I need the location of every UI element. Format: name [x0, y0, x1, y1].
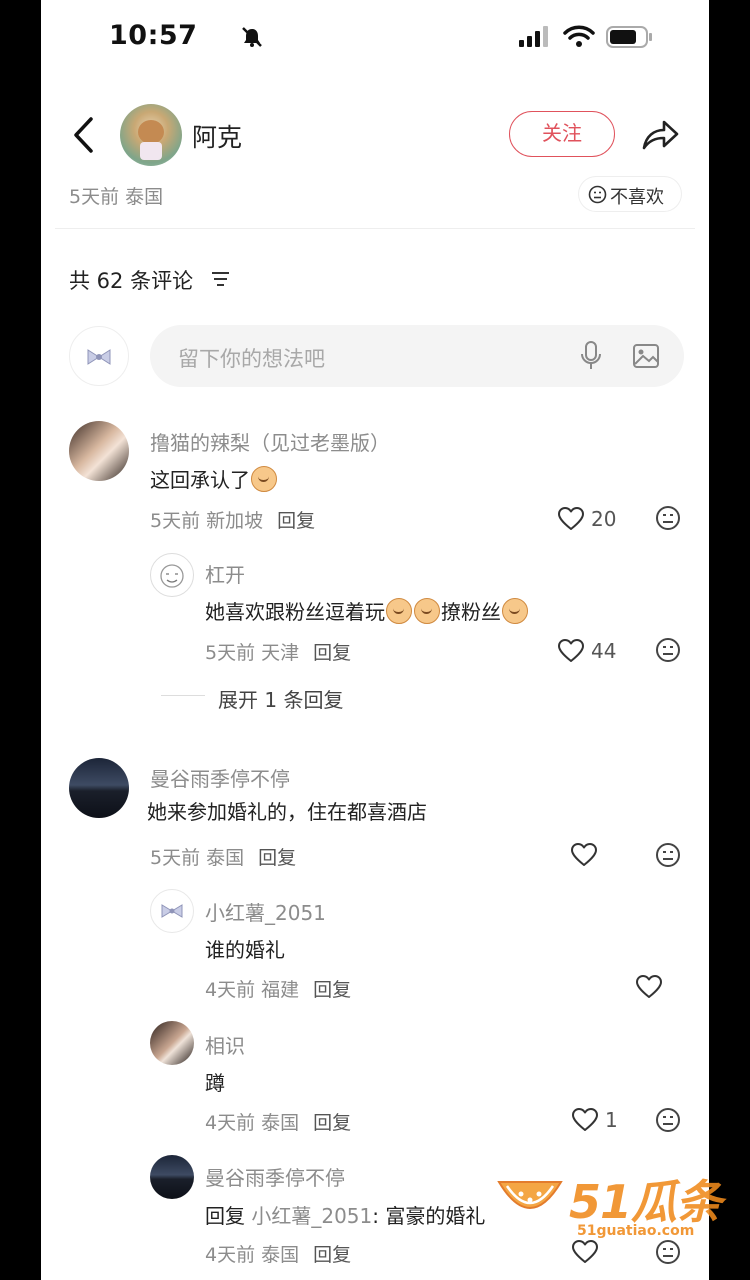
follow-button[interactable]: 关注 — [509, 111, 615, 157]
reply-avatar[interactable] — [150, 553, 194, 597]
battery-icon — [606, 26, 652, 48]
mention-link[interactable]: 小红薯_2051 — [251, 1204, 372, 1228]
crying-emoji-icon — [414, 598, 440, 624]
comment-text: 回复 小红薯_2051: 富豪的婚礼 — [205, 1204, 486, 1228]
expand-replies-button[interactable]: 展开 1 条回复 — [218, 684, 343, 713]
dislike-face-icon[interactable] — [655, 842, 681, 868]
comment-text: 这回承认了 — [150, 464, 278, 493]
back-arrow-icon[interactable] — [71, 116, 95, 154]
post-time-location: 5天前 泰国 — [69, 186, 164, 208]
reply-avatar[interactable] — [150, 1021, 194, 1065]
emoji-icon — [251, 466, 277, 492]
comment-input-placeholder: 留下你的想法吧 — [178, 347, 325, 371]
sketch-face-icon — [160, 564, 184, 588]
reply-button[interactable]: 回复 — [313, 979, 351, 1001]
comment-username[interactable]: 小红薯_2051 — [205, 897, 326, 926]
comment-meta: 5天前 天津 回复 — [205, 642, 352, 664]
melon-logo-icon — [497, 1181, 563, 1209]
bell-muted-icon — [242, 27, 262, 47]
watermark-url: 51guatiao.com — [577, 1223, 695, 1239]
follow-label: 关注 — [542, 121, 582, 145]
bow-icon — [87, 349, 111, 365]
comment-meta: 5天前 泰国 回复 — [150, 847, 297, 869]
expand-line — [161, 695, 205, 696]
reply-button[interactable]: 回复 — [313, 642, 351, 664]
dislike-face-icon[interactable] — [655, 505, 681, 531]
emoji-icon — [502, 598, 528, 624]
reply-button[interactable]: 回复 — [258, 847, 296, 869]
dislike-label: 不喜欢 — [610, 187, 664, 208]
like-count: 1 — [605, 1108, 618, 1132]
signal-icon — [519, 26, 548, 47]
like-count: 20 — [591, 507, 617, 531]
wifi-icon — [563, 25, 595, 47]
heart-icon[interactable] — [572, 1108, 598, 1132]
bow-icon — [161, 904, 183, 918]
app-screen: 10:57 阿克 关注 5天前 泰国 不喜欢 共 62 条评论 留下你的想法吧 … — [41, 0, 709, 1280]
reply-avatar[interactable] — [150, 1155, 194, 1199]
comment-text: 谁的婚礼 — [205, 938, 285, 962]
reply-button[interactable]: 回复 — [313, 1112, 351, 1134]
comment-text: 她喜欢跟粉丝逗着玩 撩粉丝 — [205, 596, 529, 625]
my-avatar — [69, 326, 129, 386]
crying-emoji-icon — [386, 598, 412, 624]
heart-icon[interactable] — [571, 843, 597, 867]
dislike-face-icon[interactable] — [655, 1107, 681, 1133]
dislike-face-icon[interactable] — [655, 637, 681, 663]
dislike-button[interactable]: 不喜欢 — [579, 177, 681, 211]
comment-input[interactable]: 留下你的想法吧 — [150, 325, 684, 387]
comment-meta: 4天前 福建 回复 — [205, 979, 352, 1001]
comment-meta: 5天前 新加坡 回复 — [150, 510, 316, 532]
image-icon[interactable] — [632, 343, 660, 369]
reply-avatar[interactable] — [150, 889, 194, 933]
comment-username[interactable]: 曼谷雨季停不停 — [205, 1162, 345, 1191]
status-time: 10:57 — [109, 20, 198, 51]
reply-button[interactable]: 回复 — [313, 1244, 351, 1266]
heart-icon[interactable] — [636, 975, 662, 999]
comment-username[interactable]: 相识 — [205, 1030, 245, 1059]
divider — [55, 228, 695, 229]
comment-avatar[interactable] — [69, 758, 129, 818]
watermark: 51瓜条 51guatiao.com — [495, 1166, 735, 1246]
comments-count: 共 62 条评论 — [69, 269, 194, 293]
author-name[interactable]: 阿克 — [192, 118, 242, 154]
comment-username[interactable]: 曼谷雨季停不停 — [150, 763, 290, 792]
heart-icon[interactable] — [558, 507, 584, 531]
comment-avatar[interactable] — [69, 421, 129, 481]
like-count: 44 — [591, 639, 617, 663]
comment-username[interactable]: 杠开 — [205, 559, 245, 588]
comment-text: 她来参加婚礼的，住在都喜酒店 — [147, 800, 427, 824]
comment-text: 蹲 — [205, 1071, 225, 1095]
sort-icon[interactable] — [211, 270, 231, 288]
reply-button[interactable]: 回复 — [277, 510, 315, 532]
dislike-face-icon — [588, 185, 607, 204]
comment-meta: 4天前 泰国 回复 — [205, 1244, 352, 1266]
share-icon[interactable] — [640, 116, 680, 152]
microphone-icon[interactable] — [579, 340, 603, 372]
comment-username[interactable]: 撸猫的辣梨（见过老墨版） — [150, 427, 390, 456]
author-avatar[interactable] — [120, 104, 182, 166]
heart-icon[interactable] — [558, 639, 584, 663]
comment-meta: 4天前 泰国 回复 — [205, 1112, 352, 1134]
